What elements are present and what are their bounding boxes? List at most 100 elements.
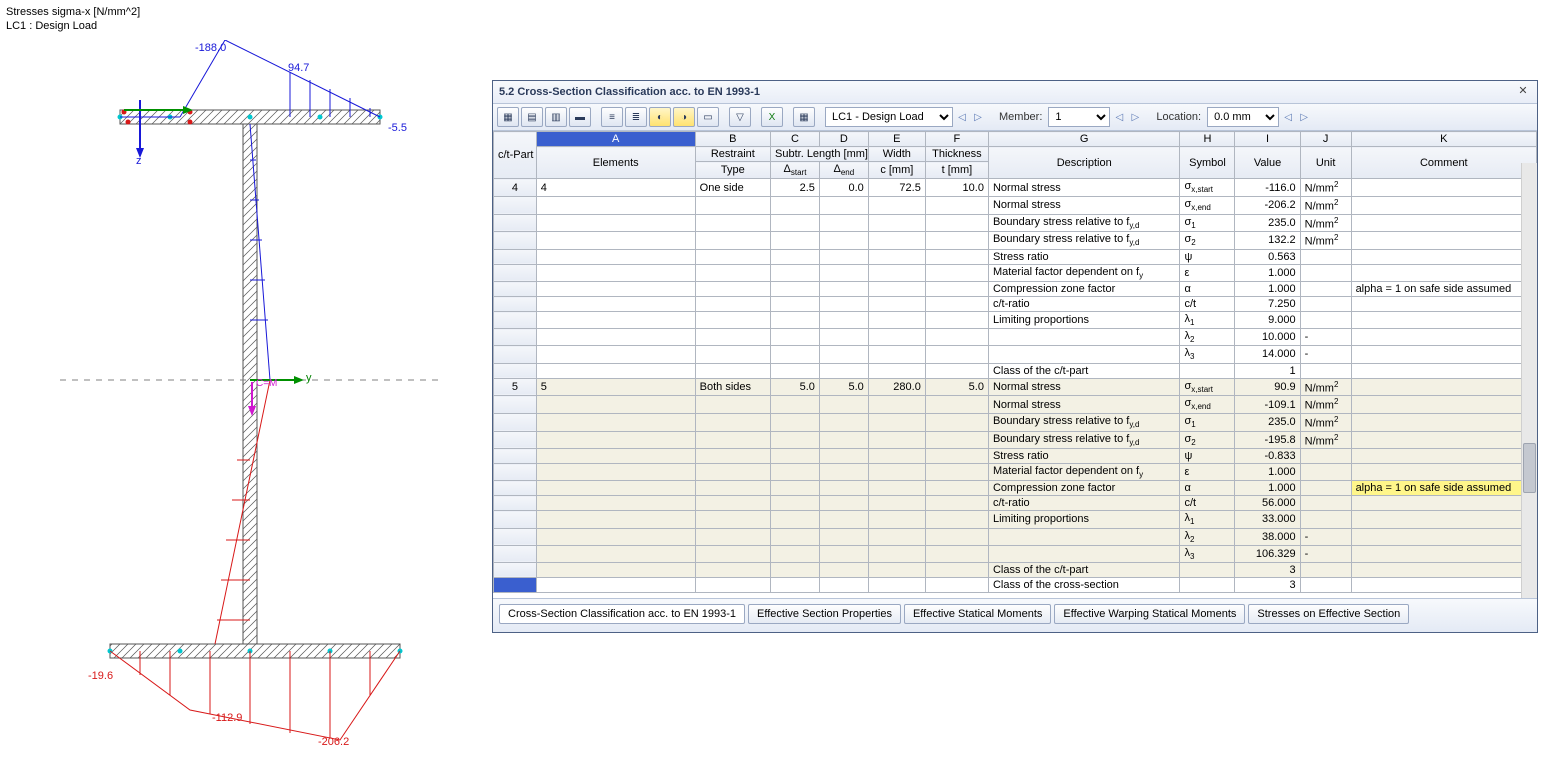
col-K[interactable]: K <box>1351 132 1536 147</box>
cell-E[interactable] <box>868 363 925 378</box>
cell-J[interactable] <box>1300 264 1351 281</box>
table-row[interactable]: Material factor dependent on fyε1.000 <box>494 264 1537 281</box>
cell-K[interactable] <box>1351 196 1536 214</box>
cell-K[interactable] <box>1351 312 1536 329</box>
scrollbar-thumb[interactable] <box>1523 443 1536 493</box>
cell-C[interactable] <box>771 264 820 281</box>
cell-J[interactable] <box>1300 449 1351 464</box>
cell-A[interactable] <box>536 329 695 346</box>
cell-G[interactable]: Boundary stress relative to fy,d <box>988 431 1179 449</box>
cell-H[interactable]: σx,end <box>1180 196 1235 214</box>
col-F[interactable]: F <box>925 132 988 147</box>
row-header[interactable] <box>494 264 537 281</box>
cell-B[interactable] <box>695 449 770 464</box>
cell-B[interactable] <box>695 214 770 232</box>
cell-D[interactable] <box>819 511 868 528</box>
cell-A[interactable] <box>536 562 695 577</box>
cell-J[interactable] <box>1300 577 1351 592</box>
cell-H[interactable]: σx,start <box>1180 179 1235 197</box>
cell-A[interactable] <box>536 282 695 297</box>
cell-B[interactable] <box>695 196 770 214</box>
cell-I[interactable]: 0.563 <box>1235 249 1300 264</box>
cell-K[interactable] <box>1351 346 1536 363</box>
cell-B[interactable] <box>695 511 770 528</box>
cell-E[interactable] <box>868 464 925 481</box>
cell-A[interactable] <box>536 232 695 250</box>
table-row[interactable]: Normal stressσx,end-109.1N/mm2 <box>494 396 1537 414</box>
member-next-icon[interactable]: ▷ <box>1128 110 1142 124</box>
cell-A[interactable] <box>536 413 695 431</box>
cell-D[interactable] <box>819 214 868 232</box>
tb-btn-9[interactable]: ▭ <box>697 107 719 127</box>
row-header[interactable] <box>494 528 537 545</box>
cell-C[interactable] <box>771 496 820 511</box>
table-row[interactable]: Class of the c/t-part3 <box>494 562 1537 577</box>
cell-J[interactable] <box>1300 312 1351 329</box>
cell-D[interactable] <box>819 297 868 312</box>
cell-K[interactable] <box>1351 264 1536 281</box>
cell-F[interactable] <box>925 329 988 346</box>
row-header[interactable] <box>494 329 537 346</box>
row-header[interactable]: 4 <box>494 179 537 197</box>
cell-K[interactable] <box>1351 396 1536 414</box>
cell-J[interactable]: N/mm2 <box>1300 378 1351 396</box>
cell-A[interactable] <box>536 214 695 232</box>
cell-H[interactable] <box>1180 562 1235 577</box>
cell-E[interactable] <box>868 496 925 511</box>
cell-K[interactable] <box>1351 378 1536 396</box>
table-row[interactable]: Class of the cross-section3 <box>494 577 1537 592</box>
cell-K[interactable] <box>1351 329 1536 346</box>
tb-btn-1[interactable]: ▦ <box>497 107 519 127</box>
cell-C[interactable] <box>771 481 820 496</box>
tab-eff-properties[interactable]: Effective Section Properties <box>748 604 901 624</box>
cell-I[interactable]: -0.833 <box>1235 449 1300 464</box>
col-B[interactable]: B <box>695 132 770 147</box>
cell-F[interactable] <box>925 346 988 363</box>
cell-C[interactable] <box>771 528 820 545</box>
table-row[interactable]: Class of the c/t-part1 <box>494 363 1537 378</box>
row-header[interactable] <box>494 249 537 264</box>
row-header[interactable] <box>494 511 537 528</box>
cell-H[interactable]: ψ <box>1180 449 1235 464</box>
cell-K[interactable]: alpha = 1 on safe side assumed <box>1351 282 1536 297</box>
cell-G[interactable]: Stress ratio <box>988 449 1179 464</box>
cell-D[interactable] <box>819 496 868 511</box>
cell-B[interactable] <box>695 496 770 511</box>
cell-D[interactable] <box>819 577 868 592</box>
cell-C[interactable] <box>771 232 820 250</box>
cell-D[interactable] <box>819 464 868 481</box>
cell-I[interactable]: 14.000 <box>1235 346 1300 363</box>
tb-calc-icon[interactable]: ▦ <box>793 107 815 127</box>
cell-E[interactable] <box>868 232 925 250</box>
cell-D[interactable]: 0.0 <box>819 179 868 197</box>
cell-G[interactable]: Normal stress <box>988 396 1179 414</box>
cell-I[interactable]: 10.000 <box>1235 329 1300 346</box>
cell-J[interactable] <box>1300 249 1351 264</box>
cell-G[interactable]: c/t-ratio <box>988 297 1179 312</box>
cell-G[interactable]: Class of the c/t-part <box>988 562 1179 577</box>
table-row[interactable]: Boundary stress relative to fy,dσ2-195.8… <box>494 431 1537 449</box>
location-select[interactable]: 0.0 mm <box>1207 107 1279 127</box>
cell-D[interactable] <box>819 562 868 577</box>
cell-G[interactable]: Limiting proportions <box>988 511 1179 528</box>
cell-C[interactable] <box>771 282 820 297</box>
cell-K[interactable] <box>1351 511 1536 528</box>
cell-D[interactable] <box>819 413 868 431</box>
cell-F[interactable] <box>925 449 988 464</box>
cell-C[interactable]: 2.5 <box>771 179 820 197</box>
cell-I[interactable]: -206.2 <box>1235 196 1300 214</box>
tab-eff-statical[interactable]: Effective Statical Moments <box>904 604 1051 624</box>
cell-D[interactable] <box>819 264 868 281</box>
row-header[interactable] <box>494 431 537 449</box>
cell-A[interactable] <box>536 297 695 312</box>
cell-F[interactable] <box>925 577 988 592</box>
cell-D[interactable] <box>819 196 868 214</box>
cell-B[interactable] <box>695 312 770 329</box>
cell-B[interactable] <box>695 329 770 346</box>
tab-classification[interactable]: Cross-Section Classification acc. to EN … <box>499 604 745 624</box>
cell-F[interactable] <box>925 264 988 281</box>
cell-E[interactable] <box>868 431 925 449</box>
cell-H[interactable]: λ2 <box>1180 329 1235 346</box>
col-D[interactable]: D <box>819 132 868 147</box>
row-header[interactable] <box>494 396 537 414</box>
